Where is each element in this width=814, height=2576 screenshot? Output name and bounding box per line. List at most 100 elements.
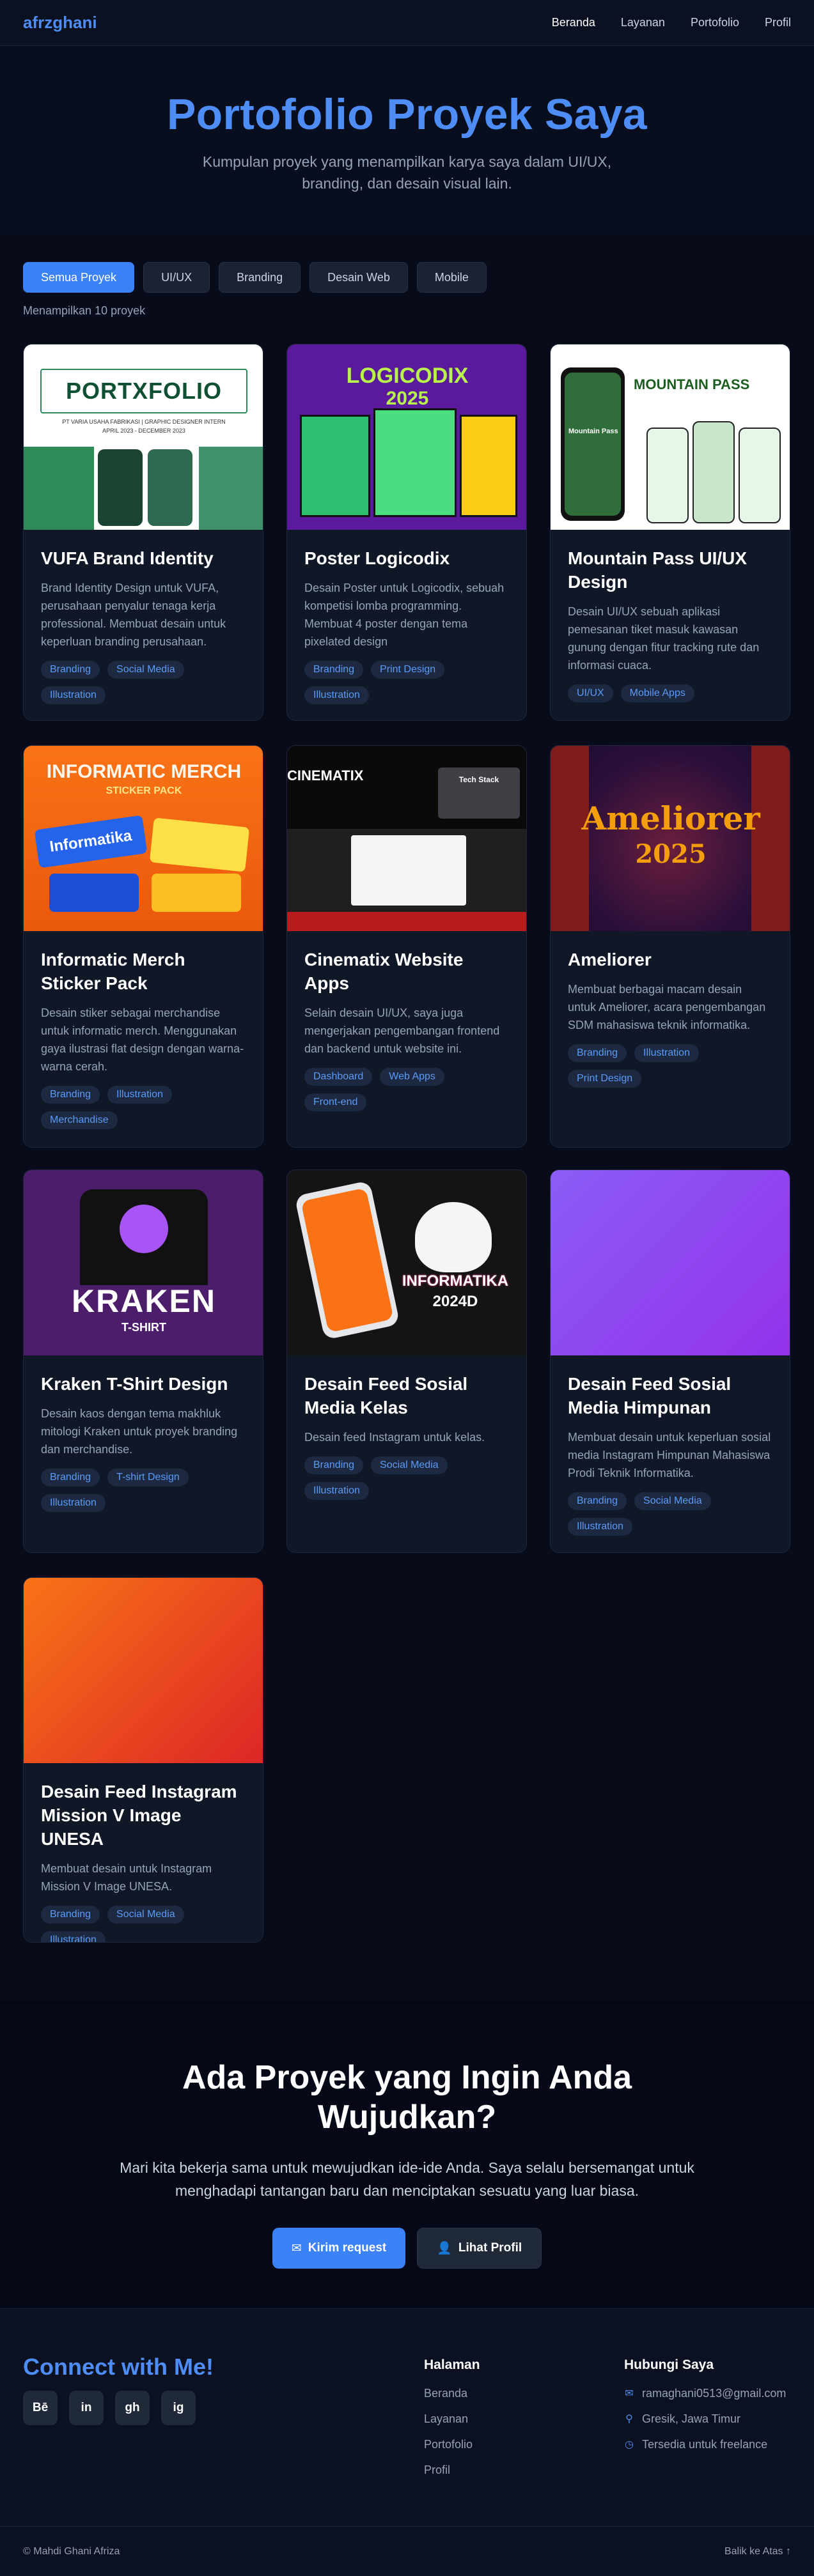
tag-list: Dashboard Web Apps Front-end [304, 1068, 509, 1111]
cta-buttons: ✉ Kirim request 👤 Lihat Profil [0, 2228, 814, 2269]
tag: Branding [568, 1044, 627, 1062]
contact-email[interactable]: ✉ ramaghani0513@gmail.com [624, 2387, 786, 2400]
tag: Illustration [41, 1494, 106, 1512]
project-card[interactable]: Mountain Pass MOUNTAIN PASS Mountain Pas… [550, 344, 790, 721]
tag-list: Branding Social Media Illustration [568, 1492, 772, 1536]
card-description: Membuat berbagai macam desain untuk Amel… [568, 983, 766, 1031]
project-card[interactable]: PORTXFOLIO PT VARIA USAHA FABRIKASI | GR… [23, 344, 263, 721]
footer-link-layanan[interactable]: Layanan [424, 2412, 480, 2425]
location-pin-icon: ⚲ [625, 2414, 633, 2425]
tag: Illustration [634, 1044, 699, 1062]
project-thumbnail: CINEMATIX Tech Stack [287, 746, 526, 931]
contact-availability: ◷ Tersedia untuk freelance [624, 2438, 786, 2451]
send-request-button[interactable]: ✉ Kirim request [272, 2228, 406, 2269]
card-title: Mountain Pass UI/UX Design [568, 548, 747, 592]
view-profile-button[interactable]: 👤 Lihat Profil [417, 2228, 542, 2269]
social-links: Bē in gh ig [23, 2391, 196, 2425]
footer-link-beranda[interactable]: Beranda [424, 2387, 480, 2400]
instagram-icon[interactable]: ig [161, 2391, 196, 2425]
project-card[interactable]: Ameliorer 2025 Ameliorer Membuat berbaga… [550, 745, 790, 1148]
project-card[interactable]: Desain Feed Instagram Mission V Image UN… [23, 1577, 263, 1943]
project-card[interactable]: Desain Feed Sosial Media Himpunan Membua… [550, 1169, 790, 1553]
tag: UI/UX [568, 684, 613, 702]
mail-icon: ✉ [625, 2388, 634, 2399]
thumb-heading: Ameliorer [581, 799, 760, 837]
linkedin-icon[interactable]: in [69, 2391, 104, 2425]
nav-link-beranda[interactable]: Beranda [552, 16, 595, 29]
project-thumbnail [551, 1170, 790, 1355]
card-title: Desain Feed Sosial Media Himpunan [568, 1374, 732, 1417]
github-icon[interactable]: gh [115, 2391, 150, 2425]
behance-icon[interactable]: Bē [23, 2391, 58, 2425]
thumb-line: Informatika [34, 815, 148, 868]
thumb-line: 2025 [386, 388, 429, 409]
tag-list: Branding Social Media Illustration [41, 1906, 246, 1942]
tag-list: Branding T-shirt Design Illustration [41, 1469, 246, 1512]
card-description: Desain UI/UX sebuah aplikasi pemesanan t… [568, 605, 760, 672]
card-description: Desain Poster untuk Logicodix, sebuah ko… [304, 582, 505, 648]
project-thumbnail [24, 1578, 263, 1763]
nav-link-layanan[interactable]: Layanan [621, 16, 665, 29]
thumb-line: PT VARIA USAHA FABRIKASI | GRAPHIC DESIG… [62, 419, 226, 425]
filter-branding[interactable]: Branding [219, 262, 301, 293]
view-profile-label: Lihat Profil [458, 2241, 522, 2255]
filter-bar: Semua Proyek UI/UX Branding Desain Web M… [23, 262, 487, 293]
project-thumbnail: Mountain Pass MOUNTAIN PASS [551, 344, 790, 530]
tag: Illustration [107, 1086, 172, 1104]
send-request-label: Kirim request [308, 2241, 387, 2255]
back-to-top-link[interactable]: Balik ke Atas ↑ [724, 2546, 791, 2557]
card-description: Desain feed Instagram untuk kelas. [304, 1431, 485, 1444]
thumb-line: 2025 [635, 839, 707, 869]
contact-email-text: ramaghani0513@gmail.com [642, 2386, 787, 2400]
footer-pages-title: Halaman [424, 2357, 480, 2372]
tag-list: Branding Illustration Merchandise [41, 1086, 246, 1129]
card-title: VUFA Brand Identity [41, 548, 214, 568]
tag: Social Media [371, 1456, 448, 1474]
footer-link-profil[interactable]: Profil [424, 2464, 480, 2476]
filter-web[interactable]: Desain Web [309, 262, 408, 293]
thumb-line: Mountain Pass [568, 428, 618, 435]
tag: T-shirt Design [107, 1469, 189, 1486]
card-title: Desain Feed Instagram Mission V Image UN… [41, 1782, 237, 1849]
cta-section: Ada Proyek yang Ingin Anda Wujudkan? Mar… [0, 2000, 814, 2308]
card-title: Ameliorer [568, 950, 652, 969]
thumb-line: STICKER PACK [106, 785, 182, 796]
filter-all[interactable]: Semua Proyek [23, 262, 135, 293]
brand-logo[interactable]: afrzghani [23, 13, 97, 33]
project-thumbnail: LOGICODIX 2025 [287, 344, 526, 530]
hero-section: Portofolio Proyek Saya Kumpulan proyek y… [0, 46, 814, 235]
card-description: Brand Identity Design untuk VUFA, perusa… [41, 582, 226, 648]
project-card[interactable]: LOGICODIX 2025 Poster Logicodix Desain P… [286, 344, 527, 721]
nav-links: Beranda Layanan Portofolio Profil [552, 16, 791, 29]
card-description: Desain kaos dengan tema makhluk mitologi… [41, 1407, 238, 1456]
tag: Branding [41, 1086, 100, 1104]
tag: Print Design [371, 661, 445, 679]
project-thumbnail: INFORMATIKA 2024D [287, 1170, 526, 1355]
tag: Social Media [634, 1492, 711, 1510]
nav-link-profil[interactable]: Profil [765, 16, 791, 29]
project-card[interactable]: INFORMATIKA 2024D Desain Feed Sosial Med… [286, 1169, 527, 1553]
nav-link-portofolio[interactable]: Portofolio [691, 16, 739, 29]
project-thumbnail: KRAKEN T-SHIRT [24, 1170, 263, 1355]
footer: Connect with Me! Bē in gh ig Halaman Ber… [0, 2308, 814, 2576]
thumb-heading: INFORMATIC MERCH [46, 761, 242, 782]
tag: Branding [41, 661, 100, 679]
project-card[interactable]: INFORMATIC MERCH STICKER PACK Informatik… [23, 745, 263, 1148]
filter-uiux[interactable]: UI/UX [143, 262, 210, 293]
footer-pages: Halaman Beranda Layanan Portofolio Profi… [424, 2357, 480, 2476]
project-card[interactable]: CINEMATIX Tech Stack Cinematix Website A… [286, 745, 527, 1148]
tag: Illustration [41, 1931, 106, 1942]
cta-title: Ada Proyek yang Ingin Anda Wujudkan? [182, 2059, 632, 2136]
contact-location: ⚲ Gresik, Jawa Timur [624, 2412, 786, 2425]
filter-mobile[interactable]: Mobile [416, 262, 487, 293]
project-card[interactable]: KRAKEN T-SHIRT Kraken T-Shirt Design Des… [23, 1169, 263, 1553]
project-thumbnail: Ameliorer 2025 [551, 746, 790, 931]
tag: Social Media [107, 661, 184, 679]
card-description: Desain stiker sebagai merchandise untuk … [41, 1006, 244, 1073]
card-description: Membuat desain untuk keperluan sosial me… [568, 1431, 771, 1479]
card-title: Cinematix Website Apps [304, 950, 464, 993]
footer-bottom-bar: © Mahdi Ghani Afriza Balik ke Atas ↑ [0, 2526, 814, 2576]
footer-link-portofolio[interactable]: Portofolio [424, 2438, 480, 2451]
thumb-heading: KRAKEN [72, 1283, 216, 1319]
clock-icon: ◷ [625, 2439, 634, 2450]
